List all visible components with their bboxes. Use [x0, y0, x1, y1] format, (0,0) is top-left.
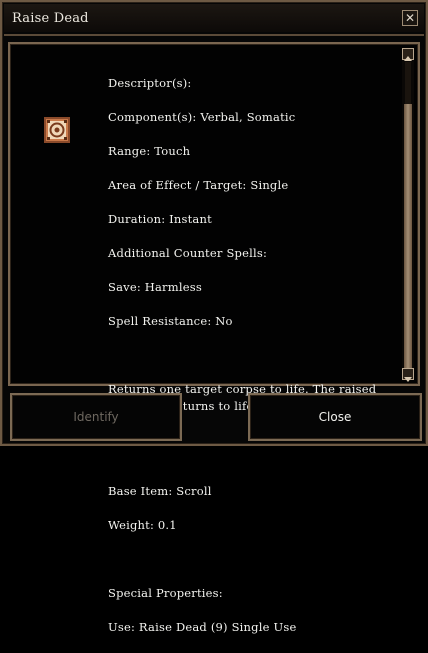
- base-item-line: Base Item: Scroll: [108, 484, 212, 498]
- raise-dead-spell-icon: [44, 117, 70, 143]
- description-panel: Descriptor(s): Component(s): Verbal, Som…: [8, 42, 420, 634]
- arrow-down-icon: [404, 377, 412, 382]
- scroll-up-button[interactable]: [402, 48, 414, 61]
- item-examine-window: Raise Dead ✕ Descriptor(s): Component(s)…: [0, 0, 428, 634]
- duration-line: Duration: Instant: [108, 212, 212, 226]
- area-line: Area of Effect / Target: Single: [108, 178, 289, 192]
- counter-spells-line: Additional Counter Spells:: [108, 246, 268, 260]
- descriptors-line: Descriptor(s):: [108, 76, 192, 90]
- weight-line: Weight: 0.1: [108, 518, 177, 532]
- close-icon[interactable]: ✕: [402, 10, 418, 26]
- save-line: Save: Harmless: [108, 280, 202, 294]
- scroll-down-button[interactable]: [402, 368, 414, 382]
- close-button[interactable]: Close: [248, 393, 422, 441]
- window-title: Raise Dead: [12, 11, 89, 26]
- scroll-thumb[interactable]: [404, 104, 412, 372]
- special-property-use: Use: Raise Dead (9) Single Use: [108, 620, 297, 634]
- spell-resistance-line: Spell Resistance: No: [108, 314, 233, 328]
- scrollbar[interactable]: [402, 48, 414, 382]
- special-properties-header: Special Properties:: [108, 586, 223, 600]
- spell-details: Descriptor(s): Component(s): Verbal, Som…: [108, 58, 400, 653]
- title-bar[interactable]: Raise Dead ✕: [4, 4, 424, 32]
- identify-button[interactable]: Identify: [10, 393, 182, 441]
- range-line: Range: Touch: [108, 144, 191, 158]
- divider: [4, 34, 424, 36]
- components-line: Component(s): Verbal, Somatic: [108, 110, 296, 124]
